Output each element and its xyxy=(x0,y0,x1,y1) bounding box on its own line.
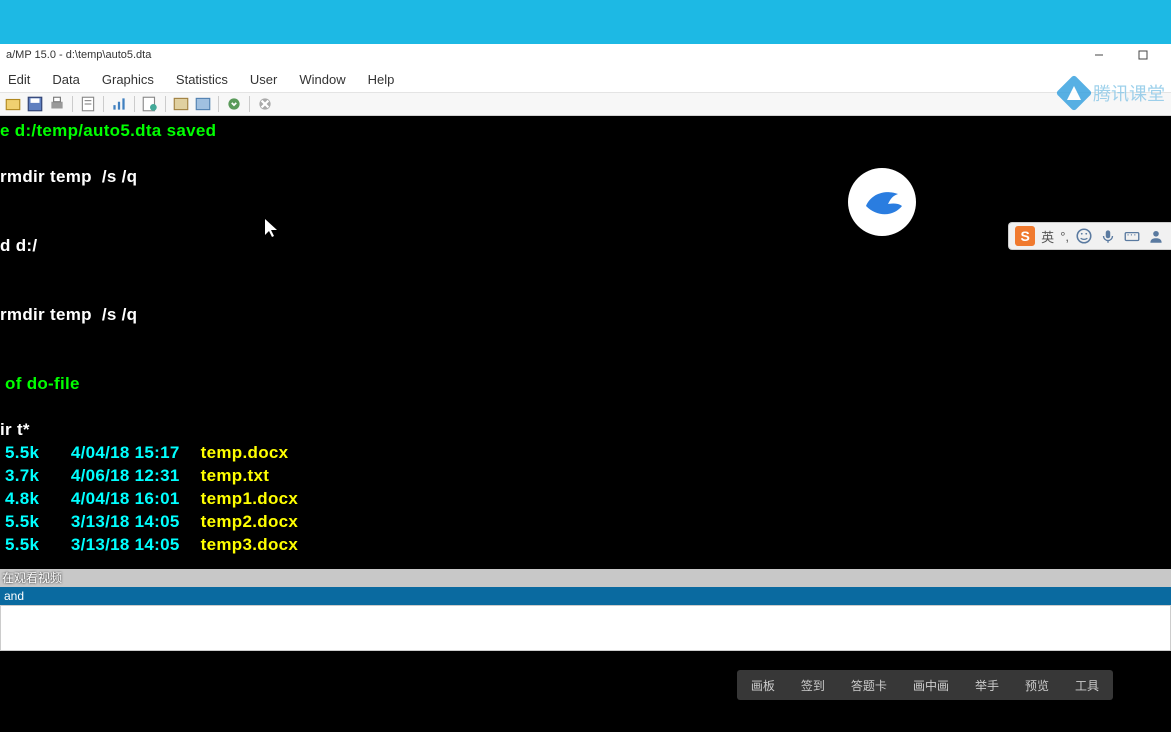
command-input[interactable] xyxy=(0,605,1171,651)
ime-mic-icon[interactable] xyxy=(1099,227,1117,245)
tool-do-icon[interactable] xyxy=(141,95,159,113)
tool-print-icon[interactable] xyxy=(48,95,66,113)
brand-icon xyxy=(1056,75,1093,112)
menu-data[interactable]: Data xyxy=(52,72,79,87)
menu-statistics[interactable]: Statistics xyxy=(176,72,228,87)
vt-tools[interactable]: 工具 xyxy=(1075,677,1099,694)
menu-help[interactable]: Help xyxy=(368,72,395,87)
command-bar-label: and xyxy=(0,587,1171,605)
tool-graph-icon[interactable] xyxy=(110,95,128,113)
menu-graphics[interactable]: Graphics xyxy=(102,72,154,87)
tool-editor-icon[interactable] xyxy=(172,95,190,113)
vt-signin[interactable]: 签到 xyxy=(801,677,825,694)
menu-user[interactable]: User xyxy=(250,72,277,87)
minimize-button[interactable] xyxy=(1077,45,1121,65)
tool-browser-icon[interactable] xyxy=(194,95,212,113)
outer-topbar xyxy=(0,0,1171,44)
tool-save-icon[interactable] xyxy=(26,95,44,113)
menubar: Edit Data Graphics Statistics User Windo… xyxy=(0,66,1171,92)
tool-more-icon[interactable] xyxy=(225,95,243,113)
ime-toolbar[interactable]: S 英 °, xyxy=(1008,222,1171,250)
tool-open-icon[interactable] xyxy=(4,95,22,113)
video-toolbar: 画板 签到 答题卡 画中画 举手 预览 工具 xyxy=(737,670,1113,700)
ime-dot-icon[interactable]: °, xyxy=(1060,229,1069,244)
tool-log-icon[interactable] xyxy=(79,95,97,113)
menu-window[interactable]: Window xyxy=(299,72,345,87)
ime-logo-icon: S xyxy=(1015,226,1035,246)
titlebar: a/MP 15.0 - d:\temp\auto5.dta xyxy=(0,44,1171,66)
title-text: a/MP 15.0 - d:\temp\auto5.dta xyxy=(6,49,151,61)
vt-answer[interactable]: 答题卡 xyxy=(851,677,887,694)
brand-text: 腾讯课堂 xyxy=(1093,80,1165,106)
results-terminal[interactable]: e d:/temp/auto5.dta saved rmdir temp /s … xyxy=(0,116,1171,569)
status-strip: 在观看视频 xyxy=(0,569,1171,587)
tool-break-icon[interactable] xyxy=(256,95,274,113)
vt-hand[interactable]: 举手 xyxy=(975,677,999,694)
brand-watermark: 腾讯课堂 xyxy=(1061,80,1165,106)
app-window: a/MP 15.0 - d:\temp\auto5.dta Edit Data … xyxy=(0,44,1171,651)
vt-board[interactable]: 画板 xyxy=(751,677,775,694)
menu-edit[interactable]: Edit xyxy=(8,72,30,87)
vt-pip[interactable]: 画中画 xyxy=(913,677,949,694)
ime-keyboard-icon[interactable] xyxy=(1123,227,1141,245)
bird-badge-icon xyxy=(848,168,916,236)
maximize-button[interactable] xyxy=(1121,45,1165,65)
vt-preview[interactable]: 预览 xyxy=(1025,677,1049,694)
ime-lang[interactable]: 英 xyxy=(1041,227,1054,246)
ime-emoji-icon[interactable] xyxy=(1075,227,1093,245)
toolbar xyxy=(0,92,1171,116)
ime-user-icon[interactable] xyxy=(1147,227,1165,245)
